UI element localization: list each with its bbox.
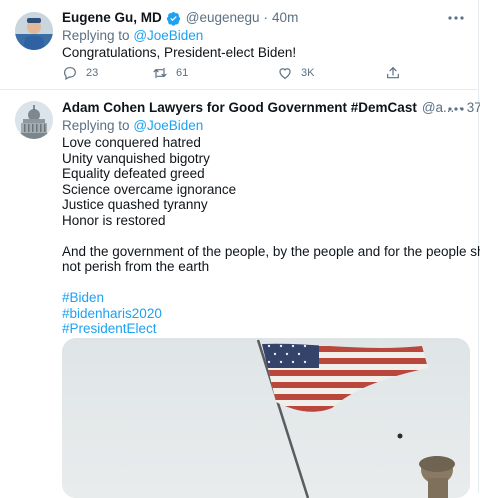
timestamp[interactable]: 40m	[272, 9, 298, 27]
tweet-text-line: Justice quashed tyranny	[62, 197, 208, 212]
retweet-icon	[153, 67, 167, 79]
tweet-text-line: Congratulations, President-elect Biden!	[62, 45, 297, 60]
tweet-text: Love conquered hatred Unity vanquished b…	[62, 135, 480, 337]
tweet-text-line: Equality defeated greed	[62, 166, 205, 181]
share-button[interactable]	[385, 65, 409, 81]
tweet-text-line: Honor is restored	[62, 212, 166, 228]
more-options-icon[interactable]	[447, 105, 465, 113]
flag-image	[62, 338, 470, 498]
retweet-count: 61	[176, 67, 189, 79]
tweet-text-line: Love conquered hatred	[62, 135, 201, 150]
tweet-header: Adam Cohen Lawyers for Good Government #…	[62, 99, 480, 117]
author-name[interactable]: Eugene Gu, MD	[62, 9, 162, 27]
reply-button[interactable]: 23	[62, 65, 98, 81]
mention-link[interactable]: @JoeBiden	[133, 28, 203, 43]
replying-to-label: Replying to	[62, 28, 130, 43]
share-icon	[387, 67, 399, 79]
reply-icon	[64, 67, 76, 81]
retweet-button[interactable]: 61	[152, 65, 188, 81]
tweet[interactable]: Adam Cohen Lawyers for Good Government #…	[0, 91, 480, 498]
avatar[interactable]	[15, 12, 53, 50]
like-button[interactable]: 3K	[277, 65, 314, 81]
more-options-icon[interactable]	[447, 14, 465, 22]
avatar[interactable]	[15, 101, 53, 139]
hashtag-link[interactable]: #PresidentElect	[62, 321, 462, 337]
tweet-header: Eugene Gu, MD @eugenegu · 40m	[62, 9, 298, 27]
mention-link[interactable]: @JoeBiden	[133, 118, 203, 133]
tweet-text: Congratulations, President-elect Biden!	[62, 45, 296, 61]
tweet-text-line: And the government of the people, by the…	[62, 243, 480, 259]
media-image[interactable]	[62, 338, 470, 498]
author-handle[interactable]: @eugenegu	[186, 9, 260, 27]
timestamp[interactable]: 37m	[467, 99, 480, 117]
tweet-text-line: not perish from the earth	[62, 259, 210, 274]
replying-to-label: Replying to	[62, 118, 130, 133]
verified-badge-icon	[166, 11, 180, 26]
reply-count: 23	[86, 67, 99, 79]
hashtag-link[interactable]: #bidenharis2020	[62, 306, 462, 322]
heart-icon	[279, 68, 291, 80]
replying-to: Replying to @JoeBiden	[62, 27, 203, 45]
timeline: Eugene Gu, MD @eugenegu · 40m Replying t…	[0, 0, 480, 498]
author-name[interactable]: Adam Cohen Lawyers for Good Government #…	[62, 99, 417, 117]
tweet-actions: 23 61 3K	[62, 65, 422, 85]
tweet[interactable]: Eugene Gu, MD @eugenegu · 40m Replying t…	[0, 0, 479, 90]
replying-to: Replying to @JoeBiden	[62, 117, 203, 135]
like-count: 3K	[301, 67, 315, 79]
hashtag-link[interactable]: #Biden	[62, 290, 462, 306]
tweet-text-line: Science overcame ignorance	[62, 181, 237, 197]
tweet-text-line: Unity vanquished bigotry	[62, 150, 210, 166]
separator: ·	[263, 10, 269, 25]
